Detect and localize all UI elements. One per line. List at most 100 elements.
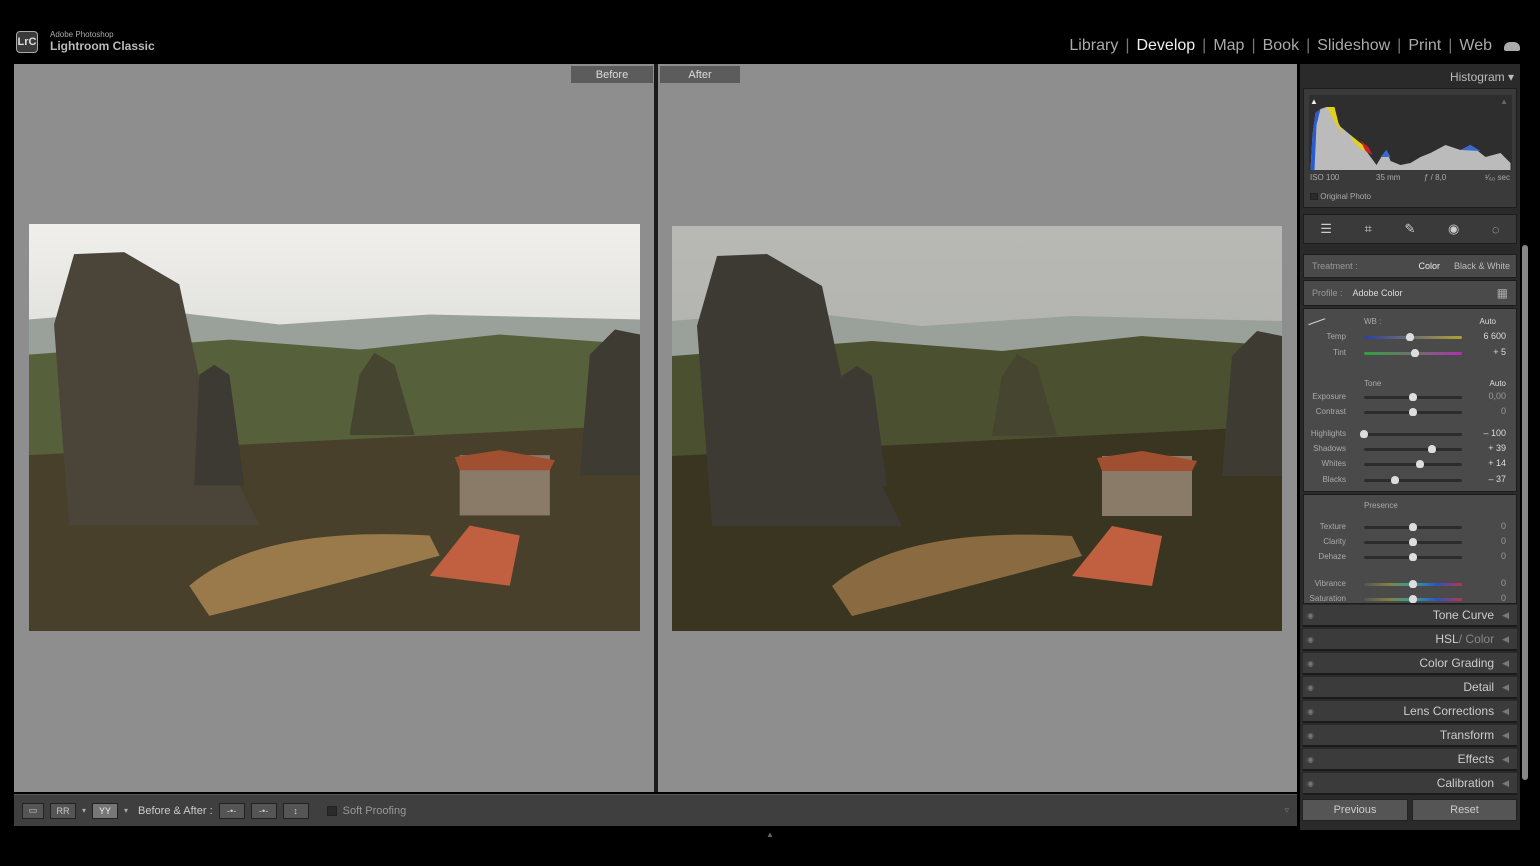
crop-icon[interactable]: ⌗ — [1365, 221, 1372, 237]
whites-slider[interactable] — [1364, 460, 1462, 468]
soft-proofing-checkbox[interactable] — [326, 805, 337, 816]
blacks-slider[interactable] — [1364, 476, 1462, 484]
texture-slider[interactable] — [1364, 523, 1462, 531]
whites-slider-thumb[interactable] — [1415, 460, 1424, 468]
module-library[interactable]: Library — [1069, 37, 1118, 55]
panel-visibility-eye-icon[interactable]: ◉ — [1307, 659, 1314, 668]
panel-detail[interactable]: ◉ Detail ◀ — [1303, 677, 1517, 699]
highlights-slider[interactable] — [1360, 430, 1462, 438]
clarity-value[interactable]: 0 — [1501, 536, 1506, 546]
focal-length: 35 mm — [1376, 173, 1401, 182]
module-book[interactable]: Book — [1263, 37, 1299, 55]
wb-dropdown[interactable]: Auto — [1480, 317, 1496, 326]
compare-dropdown-icon[interactable]: ▾ — [82, 806, 86, 815]
shadows-slider[interactable] — [1364, 445, 1462, 453]
panel-visibility-eye-icon[interactable]: ◉ — [1307, 755, 1314, 764]
highlights-slider-thumb[interactable] — [1360, 430, 1368, 438]
before-after-dropdown-icon[interactable]: ▾ — [124, 806, 128, 815]
vibrance-slider-thumb[interactable] — [1409, 580, 1417, 588]
module-map[interactable]: Map — [1213, 37, 1244, 55]
blacks-slider-thumb[interactable] — [1390, 476, 1399, 484]
panel-hsl[interactable]: ◉ HSL / Color ◀ — [1303, 629, 1517, 651]
dehaze-slider-thumb[interactable] — [1409, 553, 1417, 561]
before-after-view-button[interactable]: YY — [92, 802, 119, 819]
dehaze-value[interactable]: 0 — [1501, 551, 1506, 561]
panel-color-grading[interactable]: ◉ Color Grading ◀ — [1303, 653, 1517, 675]
panel-visibility-eye-icon[interactable]: ◉ — [1307, 683, 1314, 692]
temp-slider[interactable] — [1364, 333, 1462, 341]
blacks-value[interactable]: – 37 — [1488, 474, 1506, 484]
after-photo[interactable] — [672, 226, 1282, 631]
swap-button[interactable]: ↕ — [282, 802, 309, 819]
texture-slider-thumb[interactable] — [1409, 523, 1417, 531]
module-develop[interactable]: Develop — [1136, 37, 1195, 55]
panel-effects[interactable]: ◉ Effects ◀ — [1303, 749, 1517, 771]
panel-tone-curve[interactable]: ◉ Tone Curve ◀ — [1303, 605, 1517, 627]
edit-sliders-icon[interactable]: ☰ — [1320, 221, 1332, 237]
saturation-value[interactable]: 0 — [1501, 593, 1506, 603]
copy-after-to-before-button[interactable]: -•- — [250, 802, 277, 819]
module-web[interactable]: Web — [1459, 37, 1492, 55]
vibrance-slider[interactable] — [1364, 580, 1462, 588]
contrast-slider[interactable] — [1364, 408, 1462, 416]
texture-label: Texture — [1319, 522, 1346, 531]
clarity-slider[interactable] — [1364, 538, 1462, 546]
compare-view-button[interactable]: RR — [50, 802, 76, 819]
saturation-slider[interactable] — [1364, 595, 1462, 603]
exposure-slider-thumb[interactable] — [1409, 393, 1417, 401]
panel-transform[interactable]: ◉ Transform ◀ — [1303, 725, 1517, 747]
contrast-slider-thumb[interactable] — [1409, 408, 1417, 416]
panel-calibration[interactable]: ◉ Calibration ◀ — [1303, 773, 1517, 795]
previous-button[interactable]: Previous — [1302, 799, 1408, 821]
treatment-bw[interactable]: Black & White — [1454, 261, 1510, 271]
shadows-slider-thumb[interactable] — [1428, 445, 1437, 453]
temp-value[interactable]: 6 600 — [1483, 331, 1506, 341]
treatment-color[interactable]: Color — [1418, 261, 1440, 271]
dehaze-slider[interactable] — [1364, 553, 1462, 561]
exposure-slider[interactable] — [1364, 393, 1462, 401]
panel-title: Lens Corrections — [1403, 704, 1495, 718]
healing-icon[interactable]: ✎ — [1404, 221, 1415, 237]
before-photo[interactable] — [29, 224, 640, 631]
filmstrip-toggle-icon[interactable]: ▲ — [766, 830, 774, 839]
cloud-sync-icon[interactable] — [1504, 41, 1520, 51]
temp-slider-thumb[interactable] — [1406, 333, 1415, 341]
profile-browser-icon[interactable]: ▦ — [1497, 286, 1508, 300]
whites-value[interactable]: + 14 — [1488, 458, 1506, 468]
module-print[interactable]: Print — [1408, 37, 1441, 55]
toolbar-menu-icon[interactable]: ▿ — [1284, 805, 1289, 816]
redeye-icon[interactable]: ◉ — [1448, 221, 1459, 237]
shadows-value[interactable]: + 39 — [1488, 443, 1506, 453]
original-photo-checkbox[interactable] — [1310, 193, 1318, 201]
panel-visibility-eye-icon[interactable]: ◉ — [1307, 707, 1314, 716]
tone-auto-button[interactable]: Auto — [1490, 379, 1506, 388]
panel-visibility-eye-icon[interactable]: ◉ — [1307, 611, 1314, 620]
panel-visibility-eye-icon[interactable]: ◉ — [1307, 635, 1314, 644]
panel-visibility-eye-icon[interactable]: ◉ — [1307, 731, 1314, 740]
tint-slider[interactable] — [1364, 349, 1462, 357]
panel-visibility-eye-icon[interactable]: ◉ — [1307, 779, 1314, 788]
contrast-value[interactable]: 0 — [1501, 406, 1506, 416]
vibrance-value[interactable]: 0 — [1501, 578, 1506, 588]
copy-before-to-after-button[interactable]: -•- — [218, 802, 245, 819]
tint-slider-thumb[interactable] — [1410, 349, 1419, 357]
panel-scrollbar[interactable] — [1522, 245, 1528, 780]
tint-value[interactable]: + 5 — [1493, 347, 1506, 357]
clarity-slider-thumb[interactable] — [1409, 538, 1417, 546]
loupe-view-button[interactable]: ▭ — [22, 802, 44, 819]
shadow-clipping-icon[interactable]: ▲ — [1310, 97, 1318, 106]
histogram-title[interactable]: Histogram — [1450, 70, 1505, 84]
highlight-clipping-icon[interactable]: ▲ — [1500, 97, 1508, 106]
panel-lens-corrections[interactable]: ◉ Lens Corrections ◀ — [1303, 701, 1517, 723]
profile-dropdown[interactable]: Adobe Color — [1353, 288, 1403, 298]
saturation-slider-thumb[interactable] — [1409, 595, 1417, 603]
exposure-value[interactable]: 0,00 — [1488, 391, 1506, 401]
module-slideshow[interactable]: Slideshow — [1317, 37, 1390, 55]
reset-button[interactable]: Reset — [1412, 799, 1517, 821]
mask-icon[interactable]: ◌ — [1492, 222, 1500, 237]
after-label: After — [660, 66, 740, 83]
texture-value[interactable]: 0 — [1501, 521, 1506, 531]
expand-triangle-icon: ◀ — [1502, 729, 1509, 740]
before-after-label: Before & After : — [138, 804, 213, 817]
highlights-value[interactable]: – 100 — [1483, 428, 1506, 438]
